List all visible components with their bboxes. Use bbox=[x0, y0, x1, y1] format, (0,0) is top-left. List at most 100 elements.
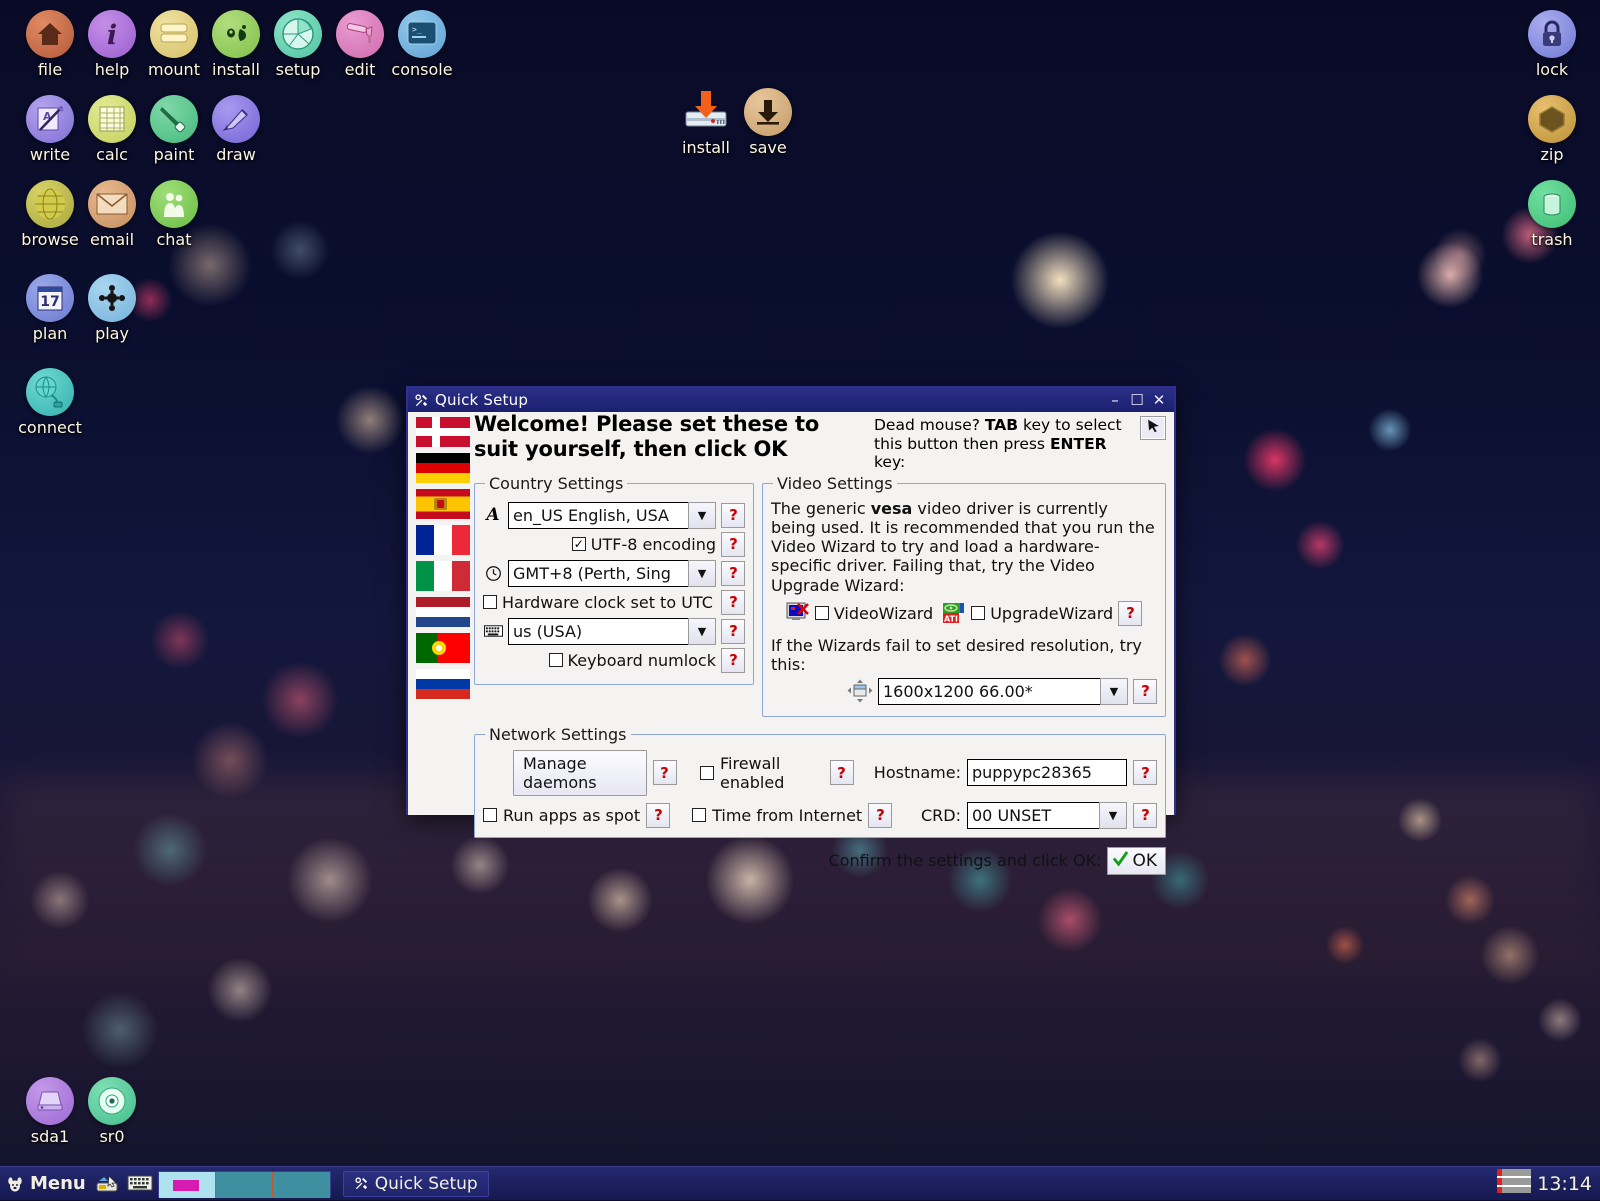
hwclock-help-button[interactable]: ? bbox=[721, 589, 745, 615]
numlock-checkbox[interactable] bbox=[548, 653, 563, 668]
netherlands-flag[interactable] bbox=[416, 597, 470, 627]
videowizard-checkbox[interactable] bbox=[814, 606, 829, 621]
spain-flag[interactable] bbox=[416, 489, 470, 519]
russia-flag[interactable] bbox=[416, 669, 470, 699]
menu-button[interactable]: Menu bbox=[0, 1167, 92, 1201]
firewall-checkbox[interactable] bbox=[699, 765, 714, 780]
utf8-row: ✓ UTF-8 encoding ? bbox=[483, 531, 745, 557]
chevron-down-icon[interactable]: ▼ bbox=[1099, 801, 1127, 829]
desktop-icon-connect[interactable]: connect bbox=[8, 368, 92, 437]
utf8-checkbox[interactable]: ✓ bbox=[571, 537, 586, 552]
hostname-help-button[interactable]: ? bbox=[1133, 760, 1157, 786]
manage-daemons-help-button[interactable]: ? bbox=[652, 760, 677, 786]
svg-text:?: ? bbox=[729, 565, 738, 581]
desktop-icon-zip[interactable]: zip bbox=[1510, 95, 1594, 164]
wrench-screwdriver-icon bbox=[354, 1176, 369, 1191]
desktop-icon-play[interactable]: play bbox=[70, 274, 154, 343]
timeinternet-label[interactable]: Time from Internet bbox=[712, 806, 862, 825]
resolution-combo[interactable]: 1600x1200 66.00* ▼ bbox=[878, 677, 1128, 705]
chevron-down-icon[interactable]: ▼ bbox=[688, 501, 716, 529]
dead-mouse-post: key: bbox=[874, 453, 906, 472]
videowizard-label[interactable]: VideoWizard bbox=[834, 604, 933, 623]
desktop-icon-draw[interactable]: draw bbox=[194, 95, 278, 164]
numlock-help-button[interactable]: ? bbox=[721, 647, 745, 673]
timezone-combo[interactable]: GMT+8 (Perth, Sing ▼ bbox=[508, 559, 716, 587]
maximize-button[interactable]: ☐ bbox=[1126, 390, 1148, 410]
resolution-help-button[interactable]: ? bbox=[1133, 678, 1157, 704]
svg-text:?: ? bbox=[729, 652, 738, 668]
keyboard-config-icon[interactable] bbox=[127, 1173, 153, 1195]
keymap-value[interactable]: us (USA) bbox=[508, 617, 688, 645]
hostname-input[interactable]: puppypc28365 bbox=[967, 759, 1127, 787]
portugal-flag[interactable] bbox=[416, 633, 470, 663]
network-settings-legend: Network Settings bbox=[489, 724, 627, 744]
crd-help-button[interactable]: ? bbox=[1133, 802, 1157, 828]
video-desc-pre: The generic bbox=[771, 498, 871, 518]
firewall-label[interactable]: Firewall enabled bbox=[720, 754, 824, 792]
keymap-combo[interactable]: us (USA) ▼ bbox=[508, 617, 716, 645]
workspace-3[interactable] bbox=[272, 1171, 330, 1198]
resolution-spinner-icon[interactable] bbox=[847, 679, 873, 703]
plug-icon bbox=[26, 368, 74, 416]
hwclock-label[interactable]: Hardware clock set to UTC bbox=[502, 593, 716, 612]
chevron-down-icon[interactable]: ▼ bbox=[1100, 677, 1128, 705]
task-quick-setup[interactable]: Quick Setup bbox=[342, 1170, 489, 1197]
desktop-icon-save[interactable]: save bbox=[726, 88, 810, 157]
germany-flag[interactable] bbox=[416, 453, 470, 483]
firewall-help-button[interactable]: ? bbox=[829, 760, 854, 786]
workspace-2[interactable] bbox=[215, 1171, 273, 1198]
taskbar[interactable]: Menu Quick Setup 13:14 bbox=[0, 1166, 1600, 1200]
numlock-label[interactable]: Keyboard numlock bbox=[568, 651, 716, 670]
mouse-icon bbox=[1145, 418, 1162, 439]
wizard-help-button[interactable]: ? bbox=[1118, 600, 1143, 626]
pen-icon bbox=[336, 10, 384, 58]
hwclock-checkbox[interactable] bbox=[483, 595, 497, 610]
timezone-value[interactable]: GMT+8 (Perth, Sing bbox=[508, 559, 688, 587]
workspace-pager[interactable] bbox=[157, 1170, 331, 1198]
keymap-help-button[interactable]: ? bbox=[721, 618, 745, 644]
resolution-value[interactable]: 1600x1200 66.00* bbox=[878, 677, 1100, 705]
svg-text:?: ? bbox=[729, 536, 738, 552]
desktop-icon-sr0[interactable]: sr0 bbox=[70, 1077, 154, 1146]
crd-combo[interactable]: 00 UNSET ▼ bbox=[967, 801, 1127, 829]
timezone-help-button[interactable]: ? bbox=[721, 560, 745, 586]
question-mark-icon: ? bbox=[1141, 683, 1150, 699]
mouse-config-icon[interactable] bbox=[95, 1173, 121, 1195]
utf8-label[interactable]: UTF-8 encoding bbox=[591, 535, 716, 554]
video-settings-legend: Video Settings bbox=[777, 473, 893, 493]
locale-help-button[interactable]: ? bbox=[721, 502, 745, 528]
ok-button[interactable]: OK bbox=[1107, 846, 1166, 875]
utf8-help-button[interactable]: ? bbox=[721, 531, 745, 557]
network-monitor-icon[interactable] bbox=[1497, 1168, 1532, 1199]
window-titlebar[interactable]: Quick Setup – ☐ ✕ bbox=[408, 388, 1174, 412]
workspace-1[interactable] bbox=[158, 1171, 216, 1198]
hostname-label: Hostname: bbox=[873, 763, 961, 783]
timeinternet-help-button[interactable]: ? bbox=[868, 802, 893, 828]
upgradewizard-label[interactable]: UpgradeWizard bbox=[990, 604, 1113, 623]
close-button[interactable]: ✕ bbox=[1148, 390, 1170, 410]
france-flag[interactable] bbox=[416, 525, 470, 555]
runspot-help-button[interactable]: ? bbox=[646, 802, 671, 828]
quick-setup-window[interactable]: Quick Setup – ☐ ✕ Welcome! Please set th… bbox=[406, 386, 1176, 875]
locale-combo[interactable]: en_US English, USA ▼ bbox=[508, 501, 716, 529]
chevron-down-icon[interactable]: ▼ bbox=[688, 617, 716, 645]
runspot-checkbox[interactable] bbox=[483, 808, 497, 823]
denmark-flag[interactable] bbox=[416, 417, 470, 447]
italy-flag[interactable] bbox=[416, 561, 470, 591]
chevron-down-icon[interactable]: ▼ bbox=[688, 559, 716, 587]
minimize-button[interactable]: – bbox=[1104, 390, 1126, 410]
crd-value[interactable]: 00 UNSET bbox=[967, 801, 1099, 829]
desktop-icon-trash[interactable]: trash bbox=[1510, 180, 1594, 249]
info-icon: i bbox=[88, 10, 136, 58]
timeinternet-checkbox[interactable] bbox=[692, 808, 707, 823]
manage-daemons-button[interactable]: Manage daemons bbox=[512, 749, 647, 796]
clock-label[interactable]: 13:14 bbox=[1537, 1173, 1592, 1195]
welcome-heading: Welcome! Please set these to suit yourse… bbox=[474, 412, 874, 462]
locale-value[interactable]: en_US English, USA bbox=[508, 501, 688, 529]
mouse-icon-button[interactable] bbox=[1140, 416, 1166, 440]
runspot-label[interactable]: Run apps as spot bbox=[503, 806, 640, 825]
desktop-icon-lock[interactable]: lock bbox=[1510, 10, 1594, 79]
upgradewizard-checkbox[interactable] bbox=[971, 606, 986, 621]
desktop-icon-console[interactable]: >_ console bbox=[380, 10, 464, 79]
desktop-icon-chat[interactable]: chat bbox=[132, 180, 216, 249]
